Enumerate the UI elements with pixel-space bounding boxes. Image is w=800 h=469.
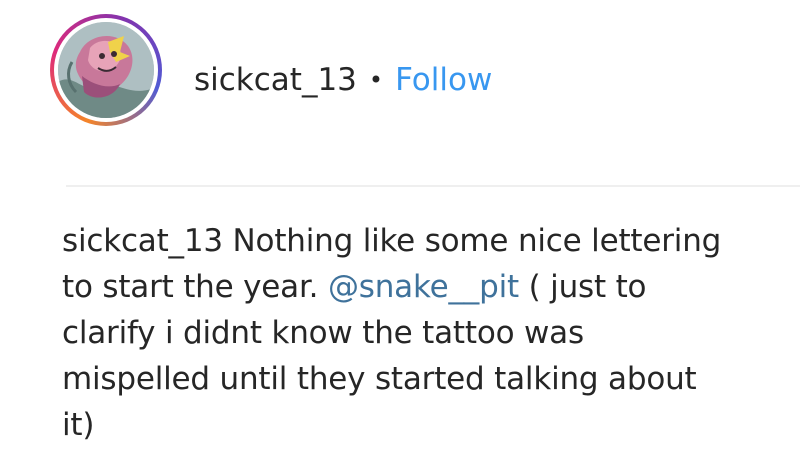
profile-avatar-icon: [58, 22, 154, 118]
avatar-border: [54, 18, 158, 122]
header-text: sickcat_13 • Follow: [194, 58, 492, 102]
instagram-post: sickcat_13 • Follow sickcat_13 Nothing l…: [0, 0, 800, 469]
post-caption: sickcat_13 Nothing like some nice letter…: [62, 218, 782, 448]
caption-text-1: Nothing like some nice lettering: [222, 223, 722, 259]
follow-button[interactable]: Follow: [395, 58, 492, 102]
header-divider: [66, 185, 800, 187]
story-ring[interactable]: [50, 14, 162, 126]
caption-line-3: clarify i didnt know the tattoo was: [62, 315, 584, 351]
separator-dot: •: [368, 66, 384, 94]
caption-line-4: mispelled until they started talking abo…: [62, 361, 697, 397]
caption-text-2b: ( just to: [518, 269, 647, 305]
caption-author[interactable]: sickcat_13: [62, 223, 223, 259]
caption-text-2a: to start the year.: [62, 269, 328, 305]
caption-line-5: it): [62, 407, 95, 443]
avatar[interactable]: [58, 22, 154, 118]
post-header: sickcat_13 • Follow: [0, 0, 800, 186]
caption-line-1: sickcat_13 Nothing like some nice letter…: [62, 218, 782, 264]
caption-line-2: to start the year. @snake__pit ( just to: [62, 264, 782, 310]
username-link[interactable]: sickcat_13: [194, 58, 357, 102]
mention-link[interactable]: @snake__pit: [328, 269, 519, 305]
